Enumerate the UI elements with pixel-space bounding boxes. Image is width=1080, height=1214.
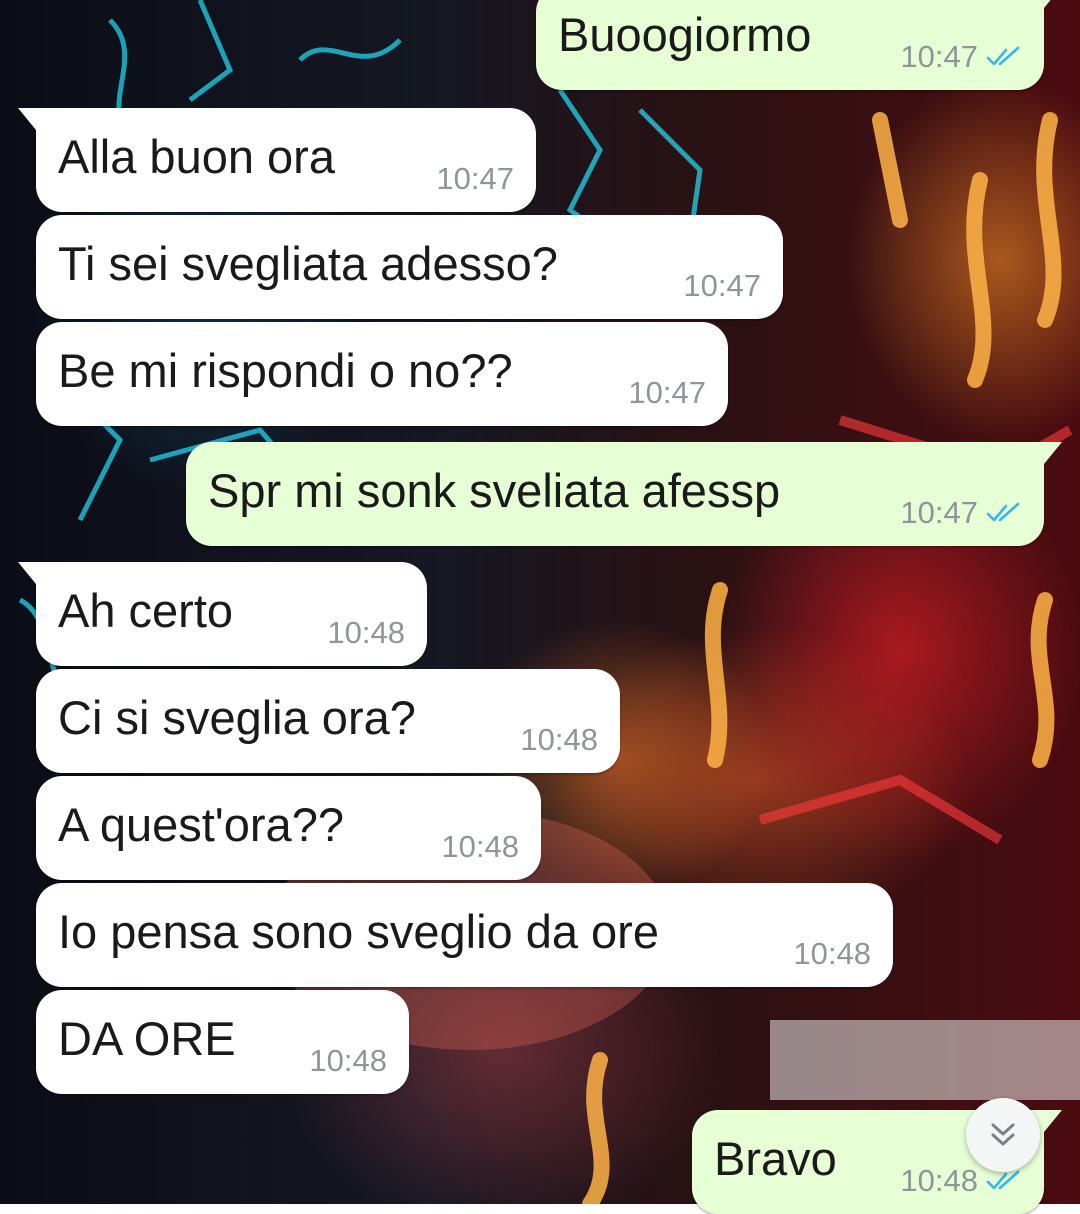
message-meta: 10:48 (441, 830, 519, 864)
message-bubble-outgoing[interactable]: Buoogiormo 10:47 (536, 0, 1062, 90)
message-bubble-incoming[interactable]: Io pensa sono sveglio da ore 10:48 (36, 883, 893, 987)
message-bubble-incoming[interactable]: Be mi rispondi o no?? 10:47 (36, 322, 728, 426)
message-time: 10:48 (441, 829, 519, 864)
scroll-to-bottom-button[interactable] (966, 1098, 1040, 1172)
message-time: 10:48 (309, 1043, 387, 1078)
message-bubble-incoming[interactable]: Ti sei svegliata adesso? 10:47 (36, 215, 783, 319)
message-time: 10:48 (900, 1163, 978, 1198)
message-meta: 10:47 (436, 162, 514, 196)
message-time: 10:47 (683, 268, 761, 303)
message-time: 10:48 (793, 936, 871, 971)
message-time: 10:48 (520, 722, 598, 757)
message-meta: 10:47 (628, 376, 706, 410)
message-time: 10:47 (436, 161, 514, 196)
message-meta: 10:48 (327, 616, 405, 650)
message-meta: 10:47 (683, 269, 761, 303)
message-meta: 10:48 (793, 937, 871, 971)
message-text: Alla buon ora (58, 130, 335, 183)
message-text: Io pensa sono sveglio da ore (58, 905, 659, 958)
message-bubble-incoming[interactable]: Ci si sveglia ora? 10:48 (36, 669, 620, 773)
message-bubble-incoming[interactable]: Ah certo 10:48 (18, 562, 427, 666)
message-bubble-incoming[interactable]: Alla buon ora 10:47 (18, 108, 536, 212)
message-list[interactable]: Buoogiormo 10:47 Alla buon ora 10:47 Ti … (0, 0, 1080, 1214)
message-text: Bravo (714, 1132, 837, 1185)
message-time: 10:47 (900, 39, 978, 74)
message-text: A quest'ora?? (58, 798, 344, 851)
message-meta: 10:48 (309, 1044, 387, 1078)
message-text: Spr mi sonk sveliata afessp (208, 464, 781, 517)
message-time: 10:48 (327, 615, 405, 650)
double-check-icon (986, 46, 1020, 66)
message-text: Ah certo (58, 584, 234, 637)
message-meta: 10:47 (900, 40, 1022, 74)
message-bubble-outgoing[interactable]: Spr mi sonk sveliata afessp 10:47 (186, 442, 1062, 546)
message-text: Be mi rispondi o no?? (58, 344, 513, 397)
double-check-icon (986, 1170, 1020, 1190)
message-time: 10:47 (900, 495, 978, 530)
chevron-down-double-icon (991, 1123, 1015, 1146)
message-bubble-incoming[interactable]: A quest'ora?? 10:48 (36, 776, 541, 880)
message-text: Ci si sveglia ora? (58, 691, 416, 744)
message-meta: 10:48 (520, 723, 598, 757)
message-time: 10:47 (628, 375, 706, 410)
message-text: Ti sei svegliata adesso? (58, 237, 558, 290)
double-check-icon (986, 502, 1020, 522)
message-text: DA ORE (58, 1012, 236, 1065)
message-meta: 10:47 (900, 496, 1022, 530)
message-text: Buoogiormo (558, 8, 812, 61)
message-bubble-incoming[interactable]: DA ORE 10:48 (36, 990, 409, 1094)
